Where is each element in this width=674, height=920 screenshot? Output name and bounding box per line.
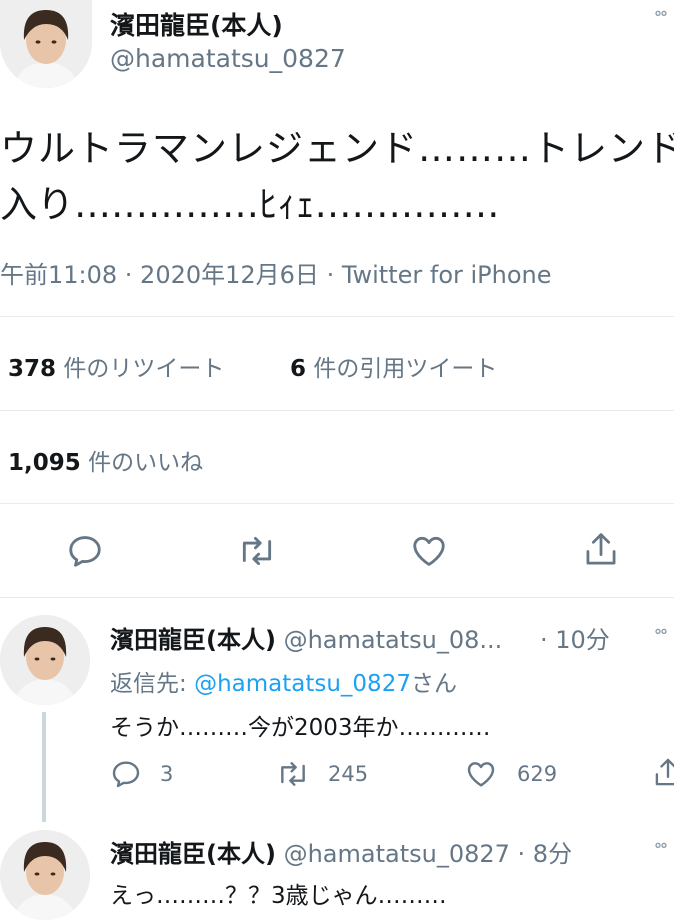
likes-stat[interactable]: 1,095 件のいいね [8, 443, 203, 477]
tweet-text-line-1: ウルトラマンレジェンド………トレンド [0, 127, 674, 170]
retweet-icon[interactable] [236, 532, 278, 570]
quotes-label: 件の引用ツイート [313, 356, 498, 382]
retweet-count: 245 [328, 762, 369, 786]
more-options-icon[interactable]: °° [654, 8, 668, 27]
reply-to-prefix: 返信先: [110, 671, 195, 697]
reply-icon[interactable] [66, 532, 104, 570]
quotes-count: 6 [290, 356, 307, 382]
more-options-icon[interactable]: °° [654, 626, 668, 645]
retweets-count: 378 [8, 356, 57, 382]
reply-header: 濱田龍臣(本人) @hamatatsu_08... [110, 620, 502, 655]
reply-author-name[interactable]: 濱田龍臣(本人) [110, 840, 276, 868]
divider [0, 597, 674, 598]
reply-author-handle[interactable]: @hamatatsu_0827 [284, 840, 510, 868]
more-options-icon[interactable]: °° [654, 840, 668, 859]
like-icon[interactable] [410, 532, 448, 570]
reply-text: えっ………？？3歳じゃん……… [110, 883, 447, 909]
author-handle[interactable]: @hamatatsu_0827 [110, 44, 346, 73]
reply-author-handle[interactable]: @hamatatsu_08... [284, 626, 503, 654]
reply-icon[interactable] [110, 758, 142, 790]
author-name[interactable]: 濱田龍臣(本人) [110, 6, 283, 42]
retweets-stat[interactable]: 378 件のリツイート [8, 349, 224, 383]
reply-to-handle-link[interactable]: @hamatatsu_0827 [194, 671, 411, 697]
share-icon[interactable] [652, 756, 674, 790]
tweet-text-line-2: 入り……………ﾋｨｪ…………… [0, 183, 500, 226]
like-icon[interactable] [465, 758, 497, 790]
author-avatar[interactable] [0, 0, 92, 88]
reply-text: そうか………今が2003年か………… [110, 715, 491, 741]
divider [0, 316, 674, 317]
likes-count: 1,095 [8, 450, 81, 476]
reply-author-avatar[interactable] [0, 615, 90, 705]
reply-header: 濱田龍臣(本人) @hamatatsu_0827 · 8分 [110, 834, 572, 869]
retweet-icon[interactable] [275, 758, 311, 790]
reply-to-line: 返信先: @hamatatsu_0827さん [110, 664, 457, 698]
reply-time[interactable]: · 8分 [518, 840, 573, 868]
divider [0, 410, 674, 411]
reply-time[interactable]: · 10分 [540, 620, 610, 655]
tweet-timestamp[interactable]: 午前11:08 · 2020年12月6日 · Twitter for iPhon… [0, 255, 552, 290]
retweets-label: 件のリツイート [63, 356, 225, 382]
thread-line [42, 712, 46, 822]
like-count: 629 [517, 762, 558, 786]
reply-to-suffix: さん [410, 671, 457, 697]
reply-author-avatar[interactable] [0, 830, 90, 920]
reply-author-name[interactable]: 濱田龍臣(本人) [110, 626, 276, 654]
divider [0, 503, 674, 504]
reply-count: 3 [160, 762, 174, 786]
quotes-stat[interactable]: 6 件の引用ツイート [290, 349, 497, 383]
likes-label: 件のいいね [88, 450, 204, 476]
share-icon[interactable] [582, 530, 620, 570]
